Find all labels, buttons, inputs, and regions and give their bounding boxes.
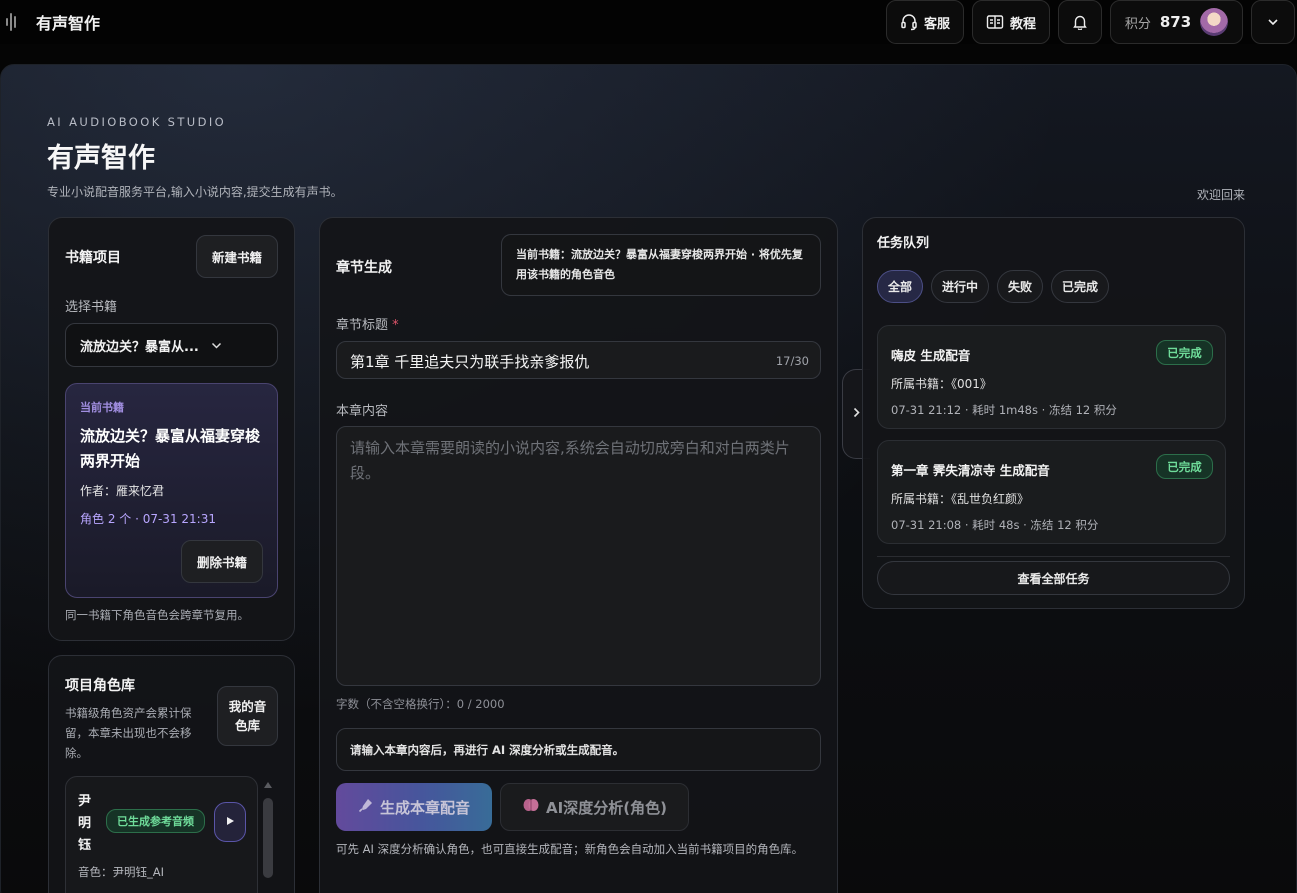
top-bar: 有声智作 客服 教程 积分 873 bbox=[0, 0, 1297, 44]
chapter-title-input[interactable]: 第1章 千里追夫只为联手找亲爹报仇 17/30 bbox=[336, 341, 821, 379]
chapter-footer-note: 可先 AI 深度分析确认角色，也可直接生成配音；新角色会自动加入当前书籍项目的角… bbox=[336, 842, 804, 856]
page-title: 有声智作 bbox=[47, 143, 155, 174]
delete-book-button[interactable]: 删除书籍 bbox=[181, 540, 263, 583]
points-display[interactable]: 积分 873 bbox=[1110, 0, 1243, 44]
task-meta: 07-31 21:12 · 耗时 1m48s · 冻结 12 积分 bbox=[891, 403, 1117, 417]
book-icon bbox=[986, 14, 1004, 30]
notification-button[interactable] bbox=[1058, 0, 1102, 44]
task-title: 第一章 霁失清凉寺 生成配音 bbox=[891, 463, 1050, 478]
filter-failed[interactable]: 失败 bbox=[997, 270, 1043, 303]
chapter-info-box: 当前书籍：流放边关？暴富从福妻穿梭两界开始 · 将优先复用该书籍的角色音色 bbox=[501, 234, 821, 296]
current-book-panel: 当前书籍 流放边关？暴富从福妻穿梭两界开始 作者：雁来忆君 角色 2 个 · 0… bbox=[65, 383, 278, 598]
filter-in-progress[interactable]: 进行中 bbox=[931, 270, 989, 303]
select-book-label: 选择书籍 bbox=[65, 300, 118, 315]
microphone-icon bbox=[358, 797, 374, 817]
book-select-value: 流放边关？暴富从... bbox=[80, 339, 199, 355]
current-book-tag: 当前书籍 bbox=[80, 401, 124, 414]
chevron-down-icon bbox=[211, 338, 222, 353]
status-badge: 已完成 bbox=[1156, 454, 1213, 479]
role-item[interactable]: 尹明钰 已生成参考音频 音色：尹明钰_AI bbox=[65, 776, 258, 893]
ai-analysis-button[interactable]: AI深度分析(角色) bbox=[500, 783, 689, 831]
play-icon bbox=[226, 815, 235, 830]
play-button[interactable] bbox=[214, 802, 246, 842]
books-heading: 书籍项目 bbox=[65, 250, 121, 266]
current-book-name: 流放边关？暴富从福妻穿梭两界开始 bbox=[80, 427, 261, 470]
chapter-title-value: 第1章 千里追夫只为联手找亲爹报仇 bbox=[350, 353, 590, 371]
chapter-content-label: 本章内容 bbox=[336, 404, 389, 419]
generate-audio-button[interactable]: 生成本章配音 bbox=[336, 783, 492, 831]
task-item[interactable]: 嗨皮 生成配音 已完成 所属书籍：《001》 07-31 21:12 · 耗时 … bbox=[877, 325, 1226, 429]
filter-all[interactable]: 全部 bbox=[877, 270, 923, 303]
tutorial-button[interactable]: 教程 bbox=[972, 0, 1050, 44]
chapter-content-textarea[interactable]: 请输入本章需要朗读的小说内容,系统会自动切成旁白和对白两类片段。 bbox=[336, 426, 821, 686]
view-all-tasks-button[interactable]: 查看全部任务 bbox=[877, 561, 1230, 595]
chevron-down-icon bbox=[1267, 18, 1279, 26]
task-item[interactable]: 第一章 霁失清凉寺 生成配音 已完成 所属书籍：《乱世负红颜》 07-31 21… bbox=[877, 440, 1226, 544]
roles-heading: 项目角色库 bbox=[65, 678, 135, 694]
task-queue-heading: 任务队列 bbox=[877, 236, 930, 251]
page-subtitle: 专业小说配音服务平台,输入小说内容,提交生成有声书。 bbox=[47, 185, 343, 199]
new-book-button[interactable]: 新建书籍 bbox=[196, 235, 278, 278]
filter-completed[interactable]: 已完成 bbox=[1051, 270, 1109, 303]
chapter-hint: 请输入本章内容后，再进行 AI 深度分析或生成配音。 bbox=[336, 728, 821, 771]
books-note: 同一书籍下角色音色会跨章节复用。 bbox=[65, 608, 249, 622]
bell-icon bbox=[1073, 14, 1087, 30]
task-book: 所属书籍：《乱世负红颜》 bbox=[891, 492, 1030, 506]
points-value: 873 bbox=[1159, 13, 1192, 31]
roles-description: 书籍级角色资产会累计保留，本章未出现也不会移除。 bbox=[65, 706, 192, 760]
status-badge: 已完成 bbox=[1156, 340, 1213, 365]
divider bbox=[877, 556, 1230, 557]
menu-dropdown-button[interactable] bbox=[1251, 0, 1295, 44]
role-name: 尹明钰 bbox=[78, 794, 92, 853]
welcome-text: 欢迎回来 bbox=[1196, 188, 1245, 202]
current-book-meta: 角色 2 个 · 07-31 21:31 bbox=[80, 512, 216, 526]
customer-service-button[interactable]: 客服 bbox=[886, 0, 964, 44]
book-select[interactable]: 流放边关？暴富从... bbox=[65, 323, 278, 367]
my-voices-button[interactable]: 我的音色库 bbox=[217, 686, 278, 746]
role-voice: 音色：尹明钰_AI bbox=[78, 865, 165, 879]
chapter-heading: 章节生成 bbox=[336, 260, 392, 276]
task-book: 所属书籍：《001》 bbox=[891, 377, 992, 391]
char-count: 字数（不含空格换行）：0 / 2000 bbox=[336, 697, 505, 711]
brand[interactable]: 有声智作 bbox=[6, 10, 100, 34]
chevron-right-icon bbox=[853, 407, 860, 422]
brain-icon bbox=[522, 797, 540, 817]
avatar[interactable] bbox=[1200, 8, 1229, 36]
task-meta: 07-31 21:08 · 耗时 48s · 冻结 12 积分 bbox=[891, 518, 1099, 532]
points-label: 积分 bbox=[1124, 16, 1151, 32]
status-badge: 已生成参考音频 bbox=[106, 809, 205, 833]
scrollbar-thumb[interactable] bbox=[263, 798, 273, 878]
task-title: 嗨皮 生成配音 bbox=[891, 348, 971, 363]
audio-wave-icon bbox=[6, 11, 22, 33]
chapter-title-label: 章节标题 * bbox=[336, 318, 399, 333]
app-title: 有声智作 bbox=[36, 14, 101, 33]
current-book-author: 作者：雁来忆君 bbox=[80, 484, 165, 498]
chapter-title-count: 17/30 bbox=[775, 354, 809, 368]
hero-eyebrow: AI AUDIOBOOK STUDIO bbox=[47, 115, 227, 129]
scroll-up-icon[interactable] bbox=[264, 782, 272, 788]
required-mark: * bbox=[392, 318, 399, 333]
headset-icon bbox=[900, 13, 918, 31]
